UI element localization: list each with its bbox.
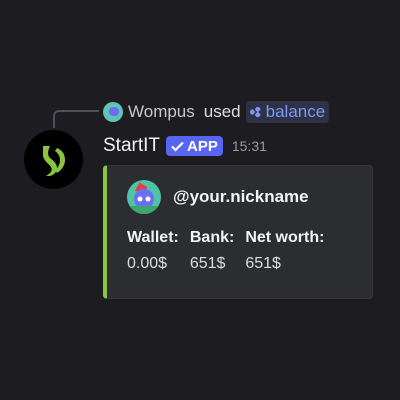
embed-field-wallet: Wallet: 0.00$ — [127, 229, 179, 273]
message-username[interactable]: StartIT — [103, 135, 160, 157]
checkmark-icon — [171, 141, 184, 152]
embed-field-bank: Bank: 651$ — [190, 229, 234, 273]
field-value: 651$ — [189, 255, 226, 272]
discord-avatar-icon — [127, 180, 161, 214]
embed-author-name: @your.nickname — [173, 187, 309, 206]
field-name: Net worth: — [245, 229, 325, 246]
embed-field-net-worth: Net worth: 651$ — [245, 229, 324, 273]
balance-embed: @your.nickname Wallet: 0.00$ Bank: 651$ … — [103, 165, 373, 299]
startit-avatar[interactable] — [24, 130, 83, 189]
field-name: Wallet: — [127, 229, 179, 246]
message-header: StartIT APP 15:31 — [103, 134, 267, 158]
reply-username[interactable]: Wompus — [128, 102, 195, 122]
embed-author: @your.nickname — [127, 180, 309, 214]
field-value: 0.00$ — [127, 255, 168, 272]
command-name: balance — [265, 102, 326, 121]
startit-logo-icon — [43, 146, 65, 176]
app-badge-label: APP — [187, 137, 218, 155]
slash-command-icon — [249, 106, 261, 117]
app-badge: APP — [166, 136, 223, 156]
reply-context[interactable]: Wompus used balance — [103, 100, 330, 124]
field-name: Bank: — [189, 229, 235, 246]
embed-fields: Wallet: 0.00$ Bank: 651$ Net worth: 651$ — [127, 229, 335, 273]
field-value: 651$ — [245, 255, 281, 272]
command-pill[interactable]: balance — [245, 101, 330, 123]
wompus-avatar-icon[interactable] — [103, 102, 123, 122]
reply-connector-line — [53, 110, 99, 128]
message-timestamp[interactable]: 15:31 — [232, 138, 267, 154]
reply-used-text: used — [203, 102, 241, 121]
